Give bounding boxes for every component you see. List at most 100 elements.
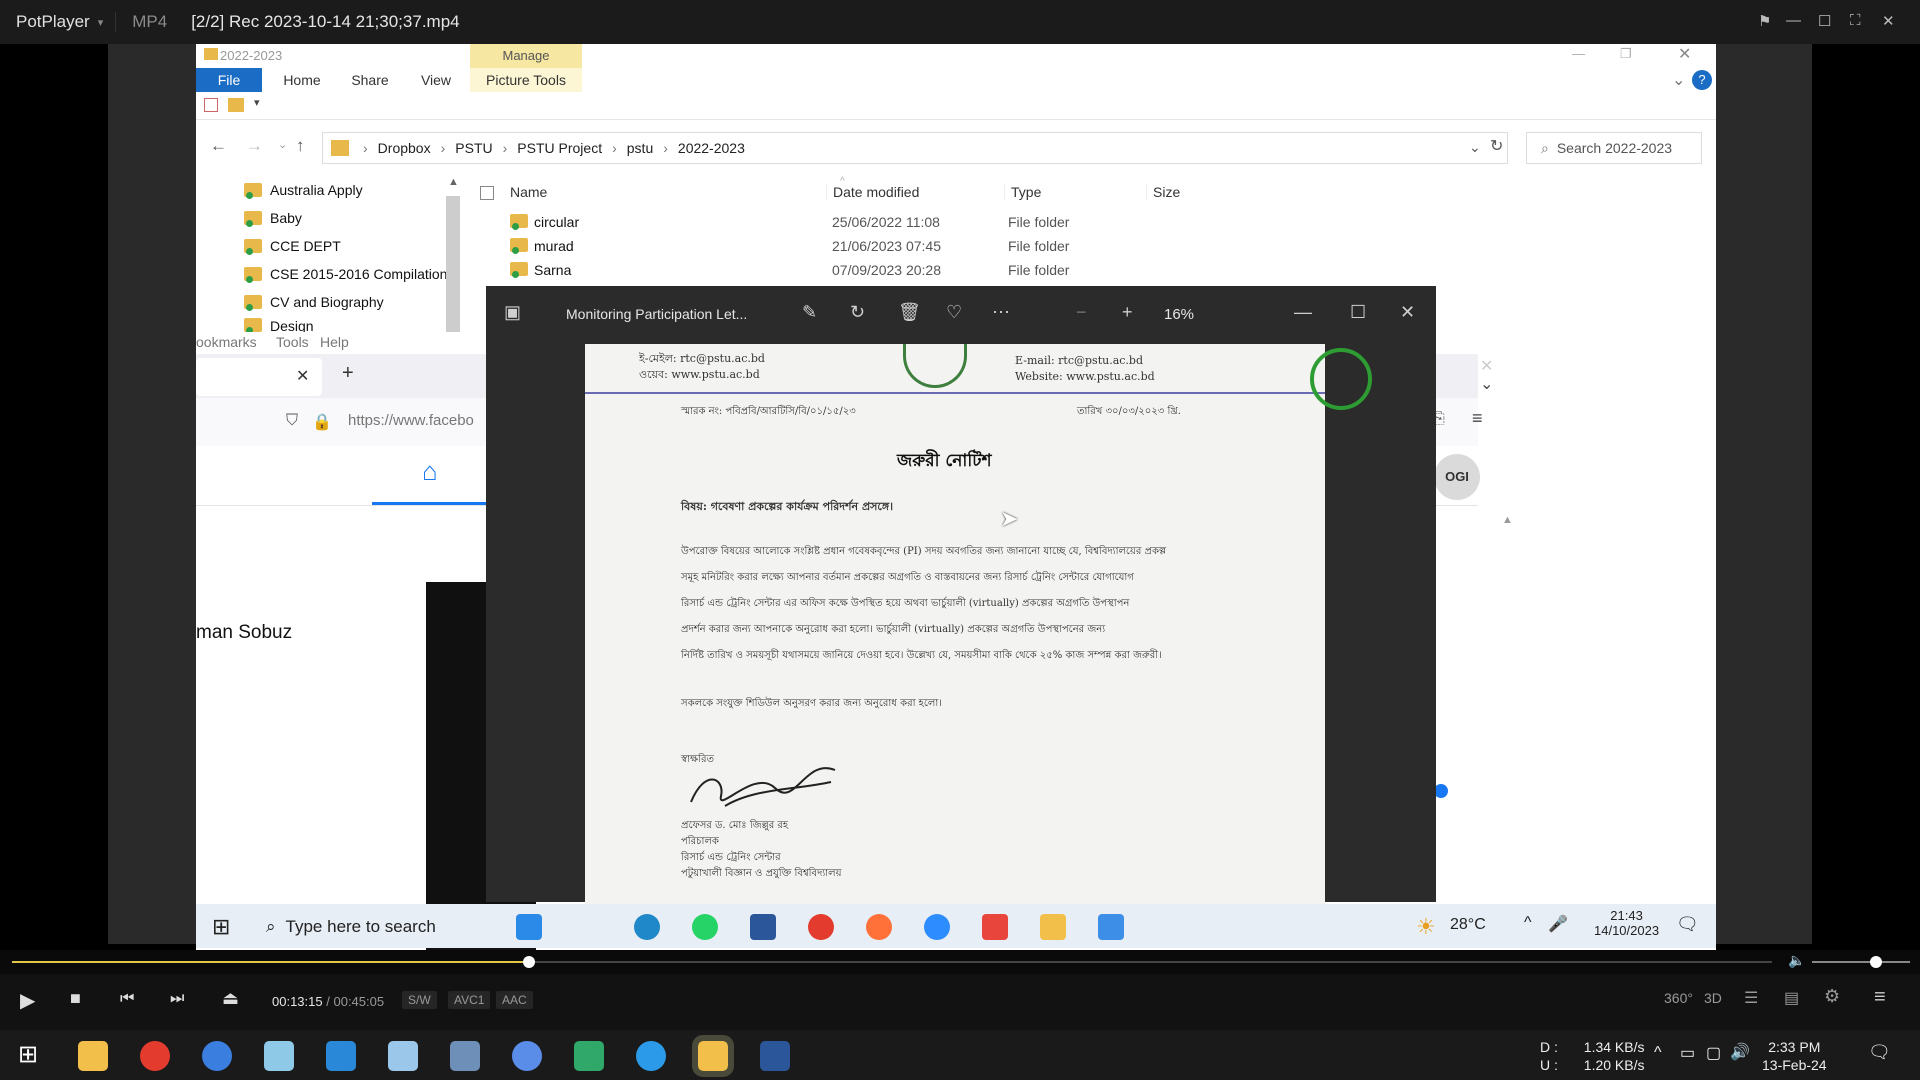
- vscode-icon[interactable]: [326, 1041, 356, 1071]
- menu-tools[interactable]: Tools: [276, 334, 309, 350]
- chrome-icon[interactable]: [808, 914, 834, 940]
- nav-item-australia-apply[interactable]: Australia Apply: [244, 178, 363, 202]
- nav-item-cce-dept[interactable]: CCE DEPT: [244, 234, 341, 258]
- firefox-icon[interactable]: [866, 914, 892, 940]
- menu-icon[interactable]: ≡: [1874, 986, 1886, 1009]
- ribbon-expand-icon[interactable]: ⌄: [1672, 70, 1685, 90]
- nav-scrollbar[interactable]: [446, 196, 460, 336]
- notifications-icon[interactable]: 🗨: [1676, 914, 1699, 935]
- chrome-icon[interactable]: [140, 1041, 170, 1071]
- chromium-icon[interactable]: [512, 1041, 542, 1071]
- column-type[interactable]: Type: [1004, 184, 1041, 200]
- close-icon[interactable]: ✕: [1678, 44, 1691, 64]
- new-folder-icon[interactable]: [228, 98, 244, 112]
- nav-item-baby[interactable]: Baby: [244, 206, 302, 230]
- zoom-in-icon[interactable]: +: [1122, 302, 1133, 323]
- scroll-up-icon[interactable]: ▲: [448, 176, 459, 188]
- edge-icon[interactable]: [634, 914, 660, 940]
- breadcrumb-pstu-lower[interactable]: pstu: [627, 140, 653, 156]
- app-icon[interactable]: [388, 1041, 418, 1071]
- file-row[interactable]: circular 25/06/2022 11:08 File folder: [476, 210, 1376, 234]
- play-icon[interactable]: ▶: [20, 988, 35, 1013]
- menu-icon[interactable]: ≡: [1472, 408, 1483, 429]
- recent-locations-icon[interactable]: ⌄: [278, 138, 287, 151]
- minimize-icon[interactable]: —: [1572, 46, 1585, 61]
- weather-icon[interactable]: ☀: [1416, 914, 1436, 940]
- volume-handle[interactable]: [1870, 956, 1882, 968]
- menu-help[interactable]: Help: [320, 334, 349, 350]
- nav-item-design[interactable]: Design: [244, 318, 314, 332]
- breadcrumb-dropbox[interactable]: Dropbox: [378, 140, 431, 156]
- terminal-icon[interactable]: [574, 1041, 604, 1071]
- home-icon[interactable]: ⌂: [422, 456, 452, 486]
- tray-expand-icon[interactable]: ^: [1524, 914, 1532, 932]
- potplayer-menu-button[interactable]: PotPlayer ▾: [0, 12, 115, 32]
- qbittorrent-icon[interactable]: [202, 1041, 232, 1071]
- column-date[interactable]: Date modified: [826, 184, 919, 200]
- volume-icon[interactable]: 🔈: [1788, 952, 1805, 969]
- audio-codec-badge[interactable]: AAC: [496, 991, 533, 1009]
- refresh-icon[interactable]: ↻: [1490, 136, 1503, 156]
- document-image[interactable]: ই-মেইল: rtc@pstu.ac.bd ওয়েব: www.pstu.a…: [585, 344, 1325, 904]
- help-icon[interactable]: ?: [1692, 70, 1712, 90]
- tab-share[interactable]: Share: [342, 68, 398, 92]
- close-tab-icon[interactable]: ✕: [296, 366, 309, 386]
- stop-icon[interactable]: ■: [70, 988, 81, 1009]
- task-view-icon[interactable]: [516, 914, 542, 940]
- breadcrumb-pstu-project[interactable]: PSTU Project: [517, 140, 602, 156]
- column-name[interactable]: Name: [510, 184, 547, 200]
- profile-name[interactable]: man Sobuz: [196, 622, 292, 644]
- minimize-icon[interactable]: —: [1294, 302, 1312, 323]
- zoom-icon[interactable]: [924, 914, 950, 940]
- delete-icon[interactable]: 🗑: [898, 302, 921, 323]
- video-codec-badge[interactable]: AVC1: [448, 991, 491, 1009]
- maximize-button[interactable]: ☐: [1818, 12, 1831, 30]
- previous-icon[interactable]: ⏮: [120, 990, 134, 1008]
- windows-start-icon[interactable]: ⊞: [18, 1040, 38, 1069]
- acrobat-icon[interactable]: [982, 914, 1008, 940]
- edit-icon[interactable]: ✎: [802, 302, 817, 323]
- maximize-icon[interactable]: ☐: [1350, 302, 1366, 323]
- list-tabs-icon[interactable]: ⌄: [1480, 374, 1493, 394]
- restore-icon[interactable]: ❐: [1620, 46, 1632, 62]
- potplayer-taskbar-icon[interactable]: [692, 1035, 734, 1077]
- forward-icon[interactable]: →: [246, 136, 263, 156]
- renderer-badge[interactable]: S/W: [402, 991, 437, 1009]
- shield-icon[interactable]: ⛉: [286, 412, 298, 430]
- page-logo[interactable]: OGI: [1434, 454, 1480, 500]
- photos-icon[interactable]: [1098, 914, 1124, 940]
- settings-icon[interactable]: ⚙: [1824, 986, 1840, 1007]
- browser-tab[interactable]: ✕: [196, 358, 322, 396]
- nav-item-cse-compilation[interactable]: CSE 2015-2016 Compilation: [244, 262, 447, 286]
- network-icon[interactable]: ▢: [1706, 1043, 1721, 1063]
- tab-picture-tools[interactable]: Picture Tools: [470, 68, 582, 92]
- menu-bookmarks[interactable]: ookmarks: [196, 334, 257, 350]
- volume-slider[interactable]: [1812, 961, 1910, 963]
- seek-bar[interactable]: 🔈: [0, 950, 1920, 974]
- breadcrumb-2022-2023[interactable]: 2022-2023: [678, 140, 745, 156]
- tab-view[interactable]: View: [408, 68, 464, 92]
- up-icon[interactable]: ↑: [296, 136, 305, 156]
- playlist-icon[interactable]: ☰: [1744, 988, 1758, 1008]
- windows-start-icon[interactable]: ⊞: [212, 914, 230, 940]
- eject-icon[interactable]: ⏏: [222, 988, 239, 1009]
- taskbar-search[interactable]: ⌕ Type here to search: [254, 910, 484, 944]
- word-icon[interactable]: [750, 914, 776, 940]
- search-box[interactable]: ⌕ Search 2022-2023: [1526, 132, 1702, 164]
- file-explorer-icon[interactable]: [78, 1041, 108, 1071]
- fullscreen-button[interactable]: ⛶: [1850, 12, 1861, 29]
- address-bar[interactable]: › Dropbox › PSTU › PSTU Project › pstu › 202…: [322, 132, 1508, 164]
- minimize-button[interactable]: —: [1786, 12, 1801, 29]
- tab-home[interactable]: Home: [274, 68, 330, 92]
- volume-icon[interactable]: 🔊: [1730, 1042, 1750, 1062]
- battery-icon[interactable]: ▭: [1680, 1043, 1695, 1063]
- close-window-icon[interactable]: ✕: [1480, 356, 1493, 376]
- file-row[interactable]: Sarna 07/09/2023 20:28 File folder: [476, 258, 1376, 282]
- zoom-out-icon[interactable]: −: [1076, 302, 1087, 323]
- column-size[interactable]: Size: [1146, 184, 1180, 200]
- chapters-icon[interactable]: ▤: [1784, 988, 1799, 1008]
- browser-icon[interactable]: [636, 1041, 666, 1071]
- address-dropdown-icon[interactable]: ⌄: [1469, 139, 1481, 156]
- seek-handle[interactable]: [523, 956, 536, 968]
- url-field[interactable]: https://www.facebo: [348, 412, 474, 429]
